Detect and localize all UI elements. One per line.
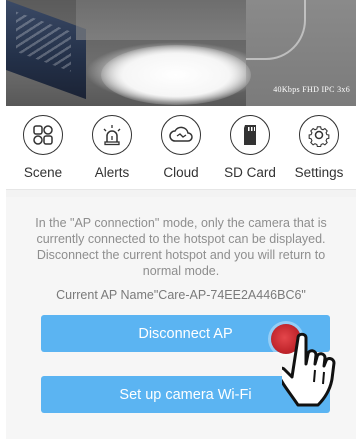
- scene-icon: [23, 115, 63, 155]
- camera-live-feed[interactable]: 40Kbps FHD IPC 3x6: [6, 0, 356, 106]
- phone-screen: 40Kbps FHD IPC 3x6 Scene Alerts Cloud SD…: [6, 0, 356, 439]
- cloud-icon: [161, 115, 201, 155]
- feature-toolbar: Scene Alerts Cloud SD Card Settings: [6, 110, 356, 182]
- current-ap-name: Current AP Name"Care-AP-74EE2A446BC6": [56, 288, 306, 302]
- stream-stats: 40Kbps FHD IPC 3x6: [273, 85, 350, 94]
- sd-card-icon: [230, 115, 270, 155]
- sd-card-label: SD Card: [224, 165, 276, 180]
- scene-button[interactable]: Scene: [10, 110, 76, 182]
- section-divider: [6, 189, 356, 197]
- alerts-button[interactable]: Alerts: [79, 110, 145, 182]
- feed-light-glow: [101, 45, 251, 105]
- feed-monitor-shape: [6, 0, 86, 100]
- pointing-hand-icon: [282, 332, 336, 407]
- settings-label: Settings: [294, 165, 344, 180]
- ap-mode-info-text: In the "AP connection" mode, only the ca…: [35, 216, 327, 278]
- alerts-label: Alerts: [94, 165, 130, 180]
- cloud-label: Cloud: [163, 165, 199, 180]
- alarm-icon: [92, 115, 132, 155]
- scene-label: Scene: [23, 165, 63, 180]
- cloud-button[interactable]: Cloud: [148, 110, 214, 182]
- sd-card-button[interactable]: SD Card: [217, 110, 283, 182]
- gear-icon: [299, 115, 339, 155]
- settings-button[interactable]: Settings: [286, 110, 352, 182]
